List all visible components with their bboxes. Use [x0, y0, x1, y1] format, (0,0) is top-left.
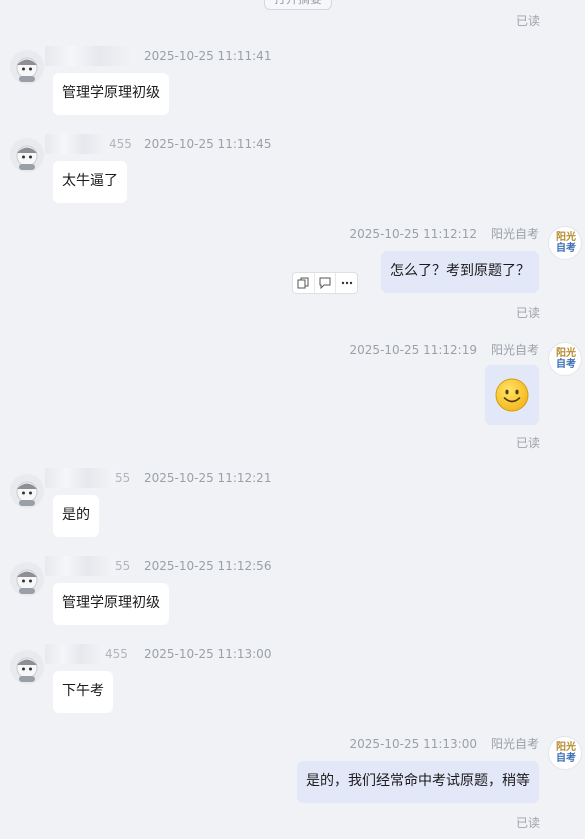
sender-name: 55: [45, 468, 133, 488]
sender-name: 455: [45, 134, 133, 154]
sender-name: 455: [45, 644, 129, 664]
message-bubble[interactable]: 管理学原理初级: [53, 73, 169, 115]
sender-name: 阳光自考: [490, 227, 539, 241]
brand-logo: 阳光 自考: [556, 232, 576, 254]
read-status: 已读: [515, 14, 540, 28]
brand-avatar[interactable]: 阳光 自考: [548, 226, 582, 260]
message-action-bar: [292, 272, 358, 294]
message-bubble[interactable]: 下午考: [53, 671, 113, 713]
message-meta: 2025-10-25 11:12:12 阳光自考: [350, 225, 539, 242]
sender-name: [45, 46, 153, 66]
message-bubble[interactable]: 是的: [53, 495, 99, 537]
smile-emoji-icon: [495, 378, 529, 412]
avatar[interactable]: [10, 650, 44, 684]
read-status: 已读: [515, 306, 540, 320]
blurred-name: [45, 46, 135, 66]
brand-avatar[interactable]: 阳光 自考: [548, 342, 582, 376]
read-status: 已读: [515, 816, 540, 830]
message-time: 2025-10-25 11:13:00: [144, 647, 272, 661]
blurred-name: [45, 468, 115, 488]
open-summary-button[interactable]: 打开摘要: [264, 0, 332, 10]
message-time: 2025-10-25 11:11:41: [144, 49, 272, 63]
avatar[interactable]: [10, 138, 44, 172]
blurred-name: [45, 556, 115, 576]
emoji-message-bubble[interactable]: [485, 365, 539, 425]
message-time: 2025-10-25 11:11:45: [144, 137, 272, 151]
sender-name: 阳光自考: [490, 343, 539, 357]
user-avatar-icon: [10, 474, 44, 508]
read-status: 已读: [515, 436, 540, 450]
message-meta: 2025-10-25 11:13:00 阳光自考: [350, 735, 539, 752]
message-time: 2025-10-25 11:12:19: [349, 343, 477, 357]
message-bubble[interactable]: 怎么了？考到原题了？: [381, 251, 539, 293]
avatar[interactable]: [10, 474, 44, 508]
user-avatar-icon: [10, 50, 44, 84]
message-bubble[interactable]: 太牛逼了: [53, 161, 127, 203]
quote-icon[interactable]: [315, 273, 337, 293]
brand-avatar[interactable]: 阳光 自考: [548, 736, 582, 770]
message-meta: 2025-10-25 11:12:19 阳光自考: [350, 341, 539, 358]
user-avatar-icon: [10, 138, 44, 172]
message-time: 2025-10-25 11:12:12: [349, 227, 477, 241]
copy-icon[interactable]: [293, 273, 315, 293]
avatar[interactable]: [10, 562, 44, 596]
blurred-name: [45, 644, 105, 664]
message-bubble[interactable]: 管理学原理初级: [53, 583, 169, 625]
sender-name: 55: [45, 556, 133, 576]
sender-name: 阳光自考: [490, 737, 539, 751]
message-bubble[interactable]: 是的，我们经常命中考试原题，稍等: [297, 761, 539, 803]
blurred-name: [45, 134, 109, 154]
message-time: 2025-10-25 11:12:56: [144, 559, 272, 573]
avatar[interactable]: [10, 50, 44, 84]
brand-logo: 阳光 自考: [556, 348, 576, 370]
user-avatar-icon: [10, 650, 44, 684]
message-time: 2025-10-25 11:12:21: [144, 471, 272, 485]
user-avatar-icon: [10, 562, 44, 596]
more-icon[interactable]: [336, 273, 357, 293]
brand-logo: 阳光 自考: [556, 742, 576, 764]
message-time: 2025-10-25 11:13:00: [349, 737, 477, 751]
